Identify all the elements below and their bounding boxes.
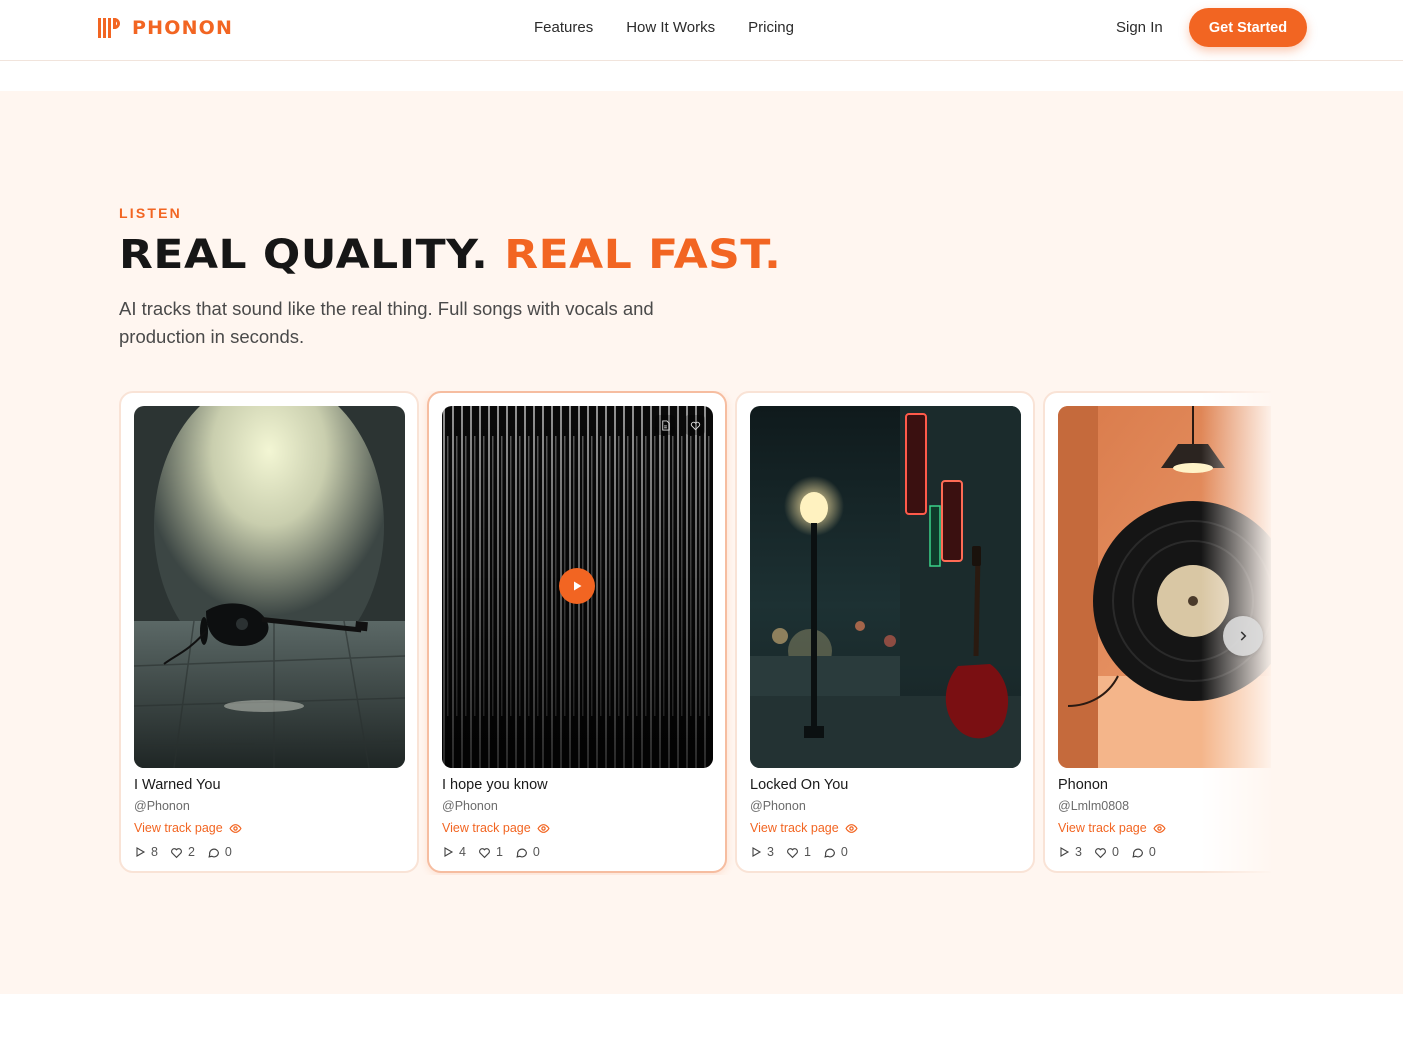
comment-count: 0	[224, 845, 232, 859]
section-headline: Real quality. Real fast.	[119, 231, 781, 278]
track-title[interactable]: Phonon	[1058, 777, 1108, 793]
comment-icon[interactable]	[823, 846, 836, 859]
eye-icon	[845, 823, 858, 833]
view-track-page-link[interactable]: View track page	[442, 821, 550, 835]
phonon-logo-icon	[98, 16, 120, 40]
view-track-page-label: View track page	[442, 821, 531, 835]
view-track-page-link[interactable]: View track page	[134, 821, 242, 835]
favorite-icon[interactable]	[685, 415, 705, 435]
track-title[interactable]: I hope you know	[442, 777, 548, 793]
view-track-page-link[interactable]: View track page	[1058, 821, 1166, 835]
track-stats: 4 1 0	[442, 845, 540, 859]
lyrics-icon[interactable]	[655, 415, 675, 435]
chevron-right-icon	[1240, 631, 1247, 641]
track-stats: 8 2 0	[134, 845, 232, 859]
brand-name: PHONON	[132, 17, 234, 39]
heart-icon[interactable]	[170, 846, 183, 859]
comment-count: 0	[1148, 845, 1156, 859]
eye-icon	[537, 823, 550, 833]
like-count: 1	[495, 845, 503, 859]
track-stats: 3 1 0	[750, 845, 848, 859]
track-stats: 3 0 0	[1058, 845, 1156, 859]
play-count: 3	[767, 845, 774, 859]
view-track-page-label: View track page	[1058, 821, 1147, 835]
comment-count: 0	[532, 845, 540, 859]
play-count-icon	[752, 847, 762, 857]
comment-icon[interactable]	[1131, 846, 1144, 859]
main-nav: Features How It Works Pricing	[534, 19, 794, 36]
play-icon	[574, 581, 582, 591]
track-title[interactable]: Locked On You	[750, 777, 848, 793]
play-count: 8	[151, 845, 158, 859]
like-count: 0	[1111, 845, 1119, 859]
track-cover-image	[1058, 406, 1271, 768]
get-started-button[interactable]: Get Started	[1189, 8, 1307, 47]
brand-logo[interactable]: PHONON	[98, 16, 233, 40]
heart-icon[interactable]	[786, 846, 799, 859]
sign-in-link[interactable]: Sign In	[1116, 19, 1163, 36]
track-title[interactable]: I Warned You	[134, 777, 221, 793]
track-cover-image	[134, 406, 405, 768]
nav-how-it-works[interactable]: How It Works	[626, 19, 715, 36]
eye-icon	[229, 823, 242, 833]
eye-icon	[1153, 823, 1166, 833]
nav-features[interactable]: Features	[534, 19, 593, 36]
play-count: 4	[459, 845, 466, 859]
comment-icon[interactable]	[515, 846, 528, 859]
top-navbar: PHONON Features How It Works Pricing Sig…	[0, 0, 1403, 61]
nav-pricing[interactable]: Pricing	[748, 19, 794, 36]
headline-part-1: Real quality.	[119, 231, 505, 278]
play-button[interactable]	[559, 568, 595, 604]
headline-part-2: Real fast.	[504, 231, 782, 278]
comment-count: 0	[840, 845, 848, 859]
like-count: 1	[803, 845, 811, 859]
heart-icon[interactable]	[1094, 846, 1107, 859]
track-card[interactable]: Locked On You @Phonon View track page 3 …	[735, 391, 1035, 873]
section-subtitle: AI tracks that sound like the real thing…	[119, 298, 654, 347]
track-card[interactable]: I hope you know @Phonon View track page …	[427, 391, 727, 873]
track-carousel: I Warned You @Phonon View track page 8 2…	[119, 391, 1271, 875]
like-count: 2	[187, 845, 195, 859]
view-track-page-label: View track page	[750, 821, 839, 835]
listen-section: LISTEN Real quality. Real fast. AI track…	[0, 91, 1403, 994]
track-card[interactable]: I Warned You @Phonon View track page 8 2…	[119, 391, 419, 873]
play-count-icon	[444, 847, 454, 857]
track-artist[interactable]: @Phonon	[442, 799, 498, 813]
play-count-icon	[136, 847, 146, 857]
track-artist[interactable]: @Phonon	[750, 799, 806, 813]
section-eyebrow: LISTEN	[119, 205, 182, 221]
carousel-next-button[interactable]	[1223, 616, 1263, 656]
comment-icon[interactable]	[207, 846, 220, 859]
play-count: 3	[1075, 845, 1082, 859]
view-track-page-label: View track page	[134, 821, 223, 835]
track-artist[interactable]: @Phonon	[134, 799, 190, 813]
heart-icon[interactable]	[478, 846, 491, 859]
track-cover-image	[750, 406, 1021, 768]
play-count-icon	[1060, 847, 1070, 857]
view-track-page-link[interactable]: View track page	[750, 821, 858, 835]
track-cover-image	[442, 406, 713, 768]
track-artist[interactable]: @Lmlm0808	[1058, 799, 1129, 813]
